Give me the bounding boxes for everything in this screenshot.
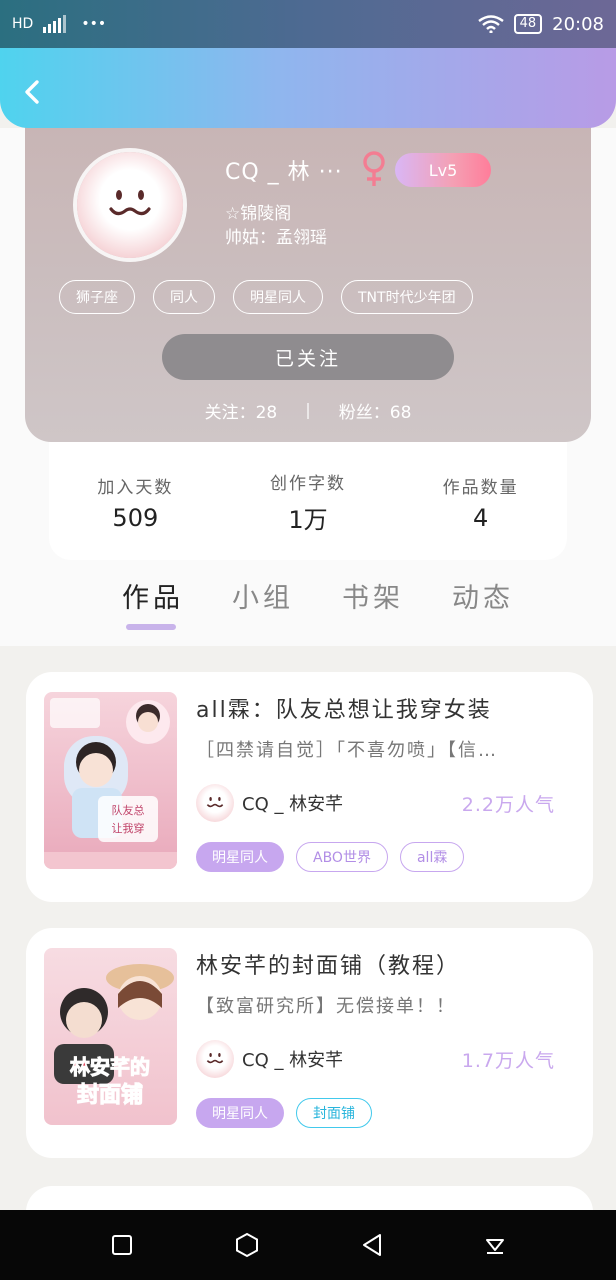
svg-text:让我穿: 让我穿 — [112, 821, 145, 835]
content-tabs: 作品 小组 书架 动态 — [122, 576, 514, 630]
stat-label: 加入天数 — [97, 477, 174, 498]
female-gender-icon — [363, 151, 385, 186]
tab-label: 作品 — [122, 583, 184, 614]
popularity-count: 1.7万人气 — [461, 1050, 555, 1072]
profile-tag[interactable]: 明星同人 — [233, 280, 323, 314]
profile-card: CQ _ 林 ··· Lv5 ☆锦陵阁 帅姑：孟翎瑶 狮子座 同人 明星同人 T… — [25, 110, 591, 442]
svg-text:林安芊的: 林安芊的 — [70, 1055, 150, 1079]
tab-groups[interactable]: 小组 — [232, 576, 294, 615]
work-tags: 明星同人 ABO世界 all霖 — [196, 842, 465, 872]
work-title[interactable]: all霖：队友总想让我穿女装 — [196, 692, 492, 724]
system-nav-bar — [0, 1210, 616, 1280]
smiley-face-icon — [109, 190, 151, 216]
profile-tag[interactable]: 狮子座 — [59, 280, 135, 314]
profile-tag[interactable]: 同人 — [153, 280, 215, 314]
work-description: ［四禁请自觉］「不喜勿喷」【信… — [196, 740, 498, 761]
username: CQ _ 林 ··· — [225, 160, 343, 185]
smiley-face-icon — [206, 1053, 224, 1064]
cover-image: 林安芊的 封面铺 — [44, 948, 177, 1125]
battery-indicator: 48 — [513, 14, 543, 34]
popularity-count: 2.2万人气 — [461, 794, 555, 816]
active-tab-indicator — [126, 624, 176, 630]
bio-line: 帅姑：孟翎瑶 — [225, 228, 327, 248]
network-type: HD — [12, 16, 34, 32]
chevron-left-icon — [25, 80, 39, 104]
stat-value: 509 — [112, 503, 159, 532]
work-tag[interactable]: ABO世界 — [296, 842, 388, 872]
stats-card: 加入天数 509 创作字数 1万 作品数量 4 — [49, 440, 567, 560]
bio-line: ☆锦陵阁 — [225, 204, 292, 224]
recent-apps-icon[interactable] — [111, 1234, 133, 1256]
fans-count[interactable]: 粉丝：68 — [339, 398, 412, 423]
profile-tag[interactable]: TNT时代少年团 — [341, 280, 473, 314]
work-card[interactable]: 队友总 让我穿 all霖：队友总想让我穿女装 ［四禁请自觉］「不喜勿喷」【信… … — [26, 672, 593, 902]
stat-works-count: 作品数量 4 — [406, 473, 556, 532]
work-cover[interactable]: 队友总 让我穿 — [44, 692, 177, 869]
status-bar: HD ••• 48 20:08 — [0, 0, 616, 48]
stat-join-days: 加入天数 509 — [60, 473, 210, 532]
work-tag[interactable]: all霖 — [399, 842, 465, 872]
author-avatar — [196, 1040, 234, 1078]
work-tag[interactable]: 明星同人 — [196, 1098, 284, 1128]
author-row[interactable]: CQ _ 林安芊 — [196, 1040, 343, 1078]
stat-value: 4 — [473, 503, 489, 532]
work-description: 【致富研究所】无偿接单！！ — [196, 996, 456, 1017]
work-card[interactable]: 林安芊的 封面铺 林安芊的封面铺（教程） 【致富研究所】无偿接单！！ CQ _ … — [26, 928, 593, 1158]
work-tags: 明星同人 封面铺 — [196, 1098, 372, 1128]
more-dots-icon: ••• — [81, 16, 107, 32]
svg-text:封面铺: 封面铺 — [77, 1082, 143, 1108]
divider — [307, 402, 309, 419]
author-name: CQ _ 林安芊 — [242, 1050, 344, 1071]
tab-works[interactable]: 作品 — [122, 576, 184, 630]
profile-tags: 狮子座 同人 明星同人 TNT时代少年团 — [59, 280, 473, 314]
follow-stats: 关注：28 粉丝：68 — [25, 398, 591, 423]
author-row[interactable]: CQ _ 林安芊 — [196, 784, 343, 822]
back-button[interactable] — [14, 72, 50, 112]
work-cover[interactable]: 林安芊的 封面铺 — [44, 948, 177, 1125]
work-tag[interactable]: 明星同人 — [196, 842, 284, 872]
level-badge: Lv5 — [395, 153, 491, 187]
followed-button[interactable]: 已关注 — [162, 334, 454, 380]
signal-icon — [43, 15, 67, 33]
back-triangle-icon[interactable] — [361, 1233, 383, 1257]
stat-label: 创作字数 — [269, 474, 346, 494]
notification-pull-icon[interactable] — [484, 1234, 506, 1256]
work-title[interactable]: 林安芊的封面铺（教程） — [196, 948, 460, 980]
author-avatar — [196, 784, 234, 822]
smiley-face-icon — [206, 797, 224, 808]
author-name: CQ _ 林安芊 — [242, 794, 344, 815]
home-icon[interactable] — [234, 1232, 260, 1258]
tab-bookshelf[interactable]: 书架 — [342, 576, 404, 615]
wifi-icon — [477, 15, 504, 33]
work-tag[interactable]: 封面铺 — [296, 1098, 372, 1128]
clock: 20:08 — [552, 13, 604, 35]
following-count[interactable]: 关注：28 — [205, 398, 278, 423]
avatar[interactable] — [77, 152, 183, 258]
stat-label: 作品数量 — [442, 477, 519, 498]
tab-activity[interactable]: 动态 — [452, 576, 514, 615]
cover-image: 队友总 让我穿 — [44, 692, 177, 869]
profile-bio: ☆锦陵阁 帅姑：孟翎瑶 — [225, 202, 327, 250]
stat-word-count: 创作字数 1万 — [233, 469, 383, 535]
stat-value: 1万 — [288, 506, 328, 534]
svg-text:队友总: 队友总 — [112, 803, 145, 817]
